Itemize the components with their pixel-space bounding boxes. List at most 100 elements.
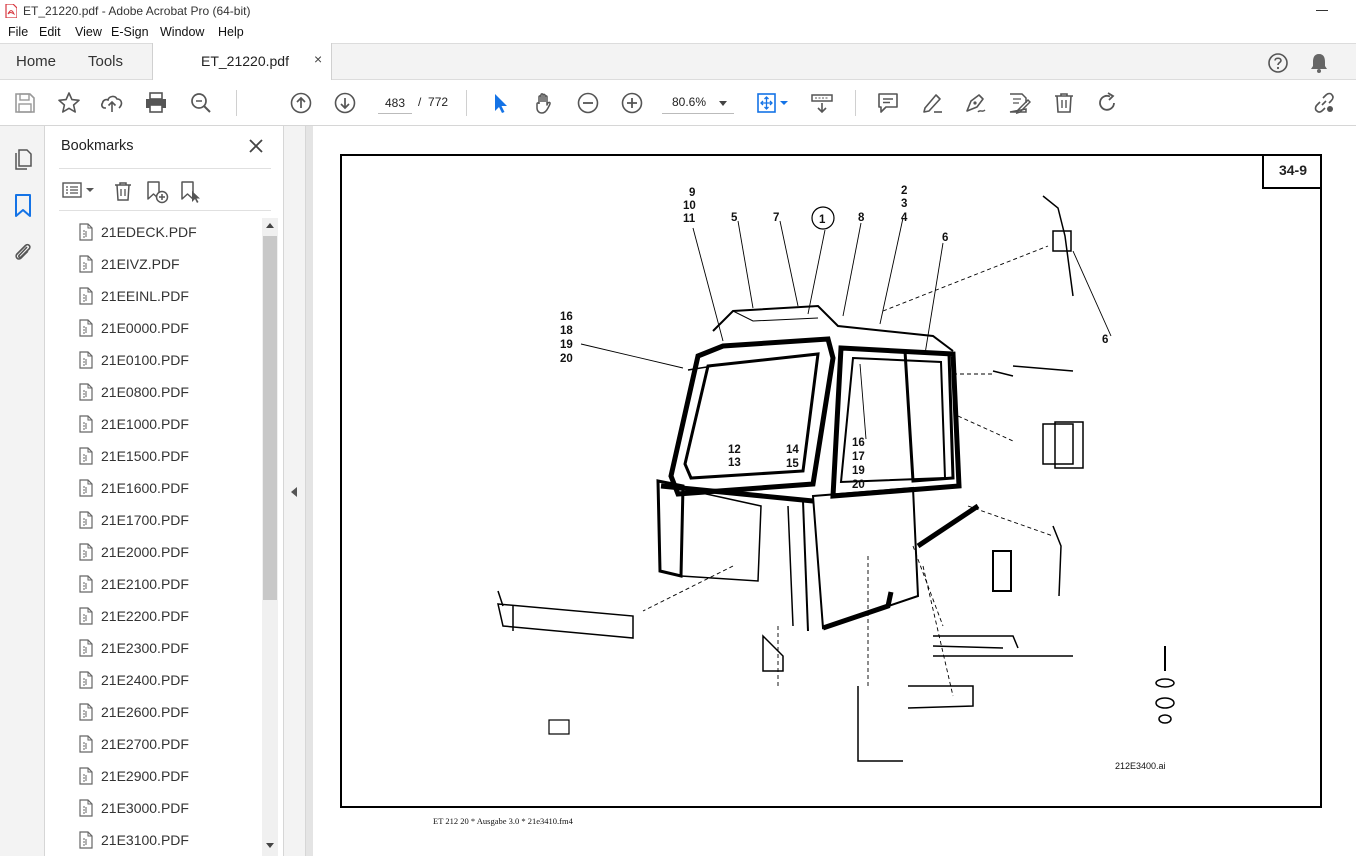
menu-help[interactable]: Help xyxy=(218,25,244,39)
bookmark-page-icon xyxy=(79,543,93,561)
bookmark-page-icon xyxy=(79,479,93,497)
new-bookmark-icon[interactable] xyxy=(145,180,169,204)
bookmark-options-icon[interactable] xyxy=(61,180,97,200)
attachments-paperclip-icon[interactable] xyxy=(11,240,35,264)
help-icon[interactable] xyxy=(1267,52,1289,74)
bookmark-page-icon xyxy=(79,607,93,625)
bookmarks-panel-title: Bookmarks xyxy=(61,138,134,154)
next-page-icon[interactable] xyxy=(333,91,357,115)
page-footer: ET 212 20 * Ausgabe 3.0 * 21e3410.fm4 xyxy=(433,816,573,826)
close-tab-icon[interactable]: × xyxy=(314,51,322,67)
bookmark-item[interactable]: 21E1500.PDF xyxy=(59,440,259,472)
hand-tool-icon[interactable] xyxy=(532,91,556,115)
tab-document[interactable]: ET_21220.pdf × xyxy=(152,43,332,80)
share-link-icon[interactable] xyxy=(1312,91,1336,115)
bookmark-item[interactable]: 21E2700.PDF xyxy=(59,728,259,760)
page-thumbnails-icon[interactable] xyxy=(11,147,35,171)
scroll-mode-icon[interactable] xyxy=(810,91,834,115)
bookmark-item[interactable]: 21E3000.PDF xyxy=(59,792,259,824)
menu-view[interactable]: View xyxy=(75,25,102,39)
bookmark-page-icon xyxy=(79,831,93,849)
minimize-button[interactable] xyxy=(1316,10,1328,11)
bookmark-item[interactable]: 21E1000.PDF xyxy=(59,408,259,440)
bookmark-label: 21E2600.PDF xyxy=(101,704,189,720)
scroll-down-arrow-icon[interactable] xyxy=(266,843,274,848)
search-zoom-icon[interactable] xyxy=(189,91,213,115)
main-toolbar: / 772 80.6% xyxy=(0,80,1356,126)
document-view[interactable]: 9 10 11 5 7 1 8 2 3 4 6 16 18 19 20 12 1… xyxy=(306,126,1356,856)
notifications-bell-icon[interactable] xyxy=(1309,52,1329,74)
chevron-down-icon xyxy=(719,101,727,106)
figure-filename: 212E3400.ai xyxy=(1115,761,1166,771)
zoom-out-icon[interactable] xyxy=(576,91,600,115)
bookmark-item[interactable]: 21E0100.PDF xyxy=(59,344,259,376)
bookmark-star-icon[interactable] xyxy=(57,91,81,115)
redo-rotate-icon[interactable] xyxy=(1095,91,1119,115)
save-icon[interactable] xyxy=(13,91,37,115)
highlight-pen-icon[interactable] xyxy=(920,91,944,115)
acrobat-app-icon xyxy=(5,4,17,18)
bookmarks-scrollbar[interactable] xyxy=(262,218,278,856)
bookmark-item[interactable]: 21E1600.PDF xyxy=(59,472,259,504)
bookmark-item[interactable]: 21E2400.PDF xyxy=(59,664,259,696)
bookmark-label: 21E2700.PDF xyxy=(101,736,189,752)
bookmark-page-icon xyxy=(79,703,93,721)
tab-bar: Home Tools ET_21220.pdf × xyxy=(0,43,1356,80)
bookmark-item[interactable]: 21E1700.PDF xyxy=(59,504,259,536)
bookmark-item[interactable]: 21E3100.PDF xyxy=(59,824,259,856)
bookmark-page-icon xyxy=(79,223,93,241)
bookmark-item[interactable]: 21EDECK.PDF xyxy=(59,216,259,248)
bookmark-item[interactable]: 21E2100.PDF xyxy=(59,568,259,600)
bookmark-label: 21E3000.PDF xyxy=(101,800,189,816)
bookmark-item[interactable]: 21E0000.PDF xyxy=(59,312,259,344)
bookmark-page-icon xyxy=(79,767,93,785)
bookmark-item[interactable]: 21E2000.PDF xyxy=(59,536,259,568)
menu-window[interactable]: Window xyxy=(160,25,204,39)
page-number-input[interactable] xyxy=(378,92,412,114)
bookmark-label: 21E0800.PDF xyxy=(101,384,189,400)
left-navigation-rail xyxy=(0,126,45,856)
bookmark-page-icon xyxy=(79,319,93,337)
bookmarks-panel-icon[interactable] xyxy=(11,193,35,219)
page-section-label: 34-9 xyxy=(1262,154,1322,189)
zoom-level-select[interactable]: 80.6% xyxy=(662,92,734,114)
print-icon[interactable] xyxy=(144,91,168,115)
page-total-label: / 772 xyxy=(418,95,449,109)
bookmark-from-selection-icon[interactable] xyxy=(179,180,203,204)
bookmark-label: 21EIVZ.PDF xyxy=(101,256,180,272)
menu-edit[interactable]: Edit xyxy=(39,25,61,39)
bookmark-item[interactable]: 21EIVZ.PDF xyxy=(59,248,259,280)
bookmark-item[interactable]: 21E2300.PDF xyxy=(59,632,259,664)
fit-page-icon[interactable] xyxy=(755,91,791,115)
panel-collapse-handle[interactable] xyxy=(284,126,306,856)
bookmark-label: 21E2100.PDF xyxy=(101,576,189,592)
upload-share-icon[interactable] xyxy=(100,91,124,115)
delete-bookmark-icon[interactable] xyxy=(112,180,134,202)
bookmark-item[interactable]: 21E0800.PDF xyxy=(59,376,259,408)
bookmark-label: 21E0100.PDF xyxy=(101,352,189,368)
scrollbar-thumb[interactable] xyxy=(263,236,277,600)
menu-esign[interactable]: E-Sign xyxy=(111,25,149,39)
bookmark-item[interactable]: 21E2200.PDF xyxy=(59,600,259,632)
bookmark-item[interactable]: 21E2600.PDF xyxy=(59,696,259,728)
bookmark-item[interactable]: 21E2900.PDF xyxy=(59,760,259,792)
zoom-in-icon[interactable] xyxy=(620,91,644,115)
previous-page-icon[interactable] xyxy=(289,91,313,115)
tab-tools[interactable]: Tools xyxy=(88,53,123,70)
close-panel-icon[interactable] xyxy=(247,137,265,155)
tab-home[interactable]: Home xyxy=(16,53,56,70)
edit-pdf-icon[interactable] xyxy=(1007,91,1031,115)
select-cursor-icon[interactable] xyxy=(488,91,512,115)
pdf-page: 9 10 11 5 7 1 8 2 3 4 6 16 18 19 20 12 1… xyxy=(313,126,1356,856)
comment-icon[interactable] xyxy=(876,91,900,115)
bookmark-label: 21E0000.PDF xyxy=(101,320,189,336)
bookmarks-toolbar xyxy=(59,168,271,211)
bookmark-page-icon xyxy=(79,799,93,817)
bookmark-item[interactable]: 21EEINL.PDF xyxy=(59,280,259,312)
bookmark-label: 21E2300.PDF xyxy=(101,640,189,656)
bookmark-label: 21E2400.PDF xyxy=(101,672,189,688)
menu-file[interactable]: File xyxy=(8,25,28,39)
delete-trash-icon[interactable] xyxy=(1052,91,1076,115)
draw-signature-icon[interactable] xyxy=(963,91,987,115)
scroll-up-arrow-icon[interactable] xyxy=(266,223,274,228)
